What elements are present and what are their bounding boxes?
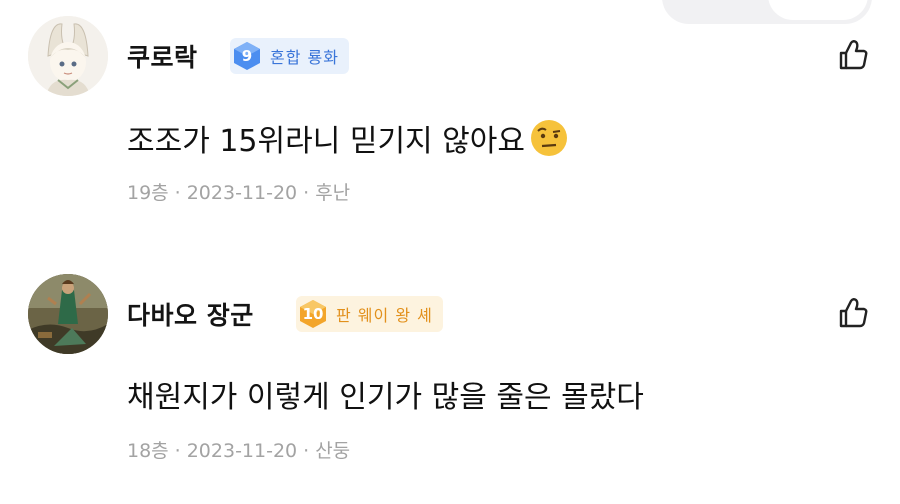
segment-selected[interactable] [768,0,868,20]
floor-number: 19층 [127,182,169,204]
raised-eyebrow-emoji [530,120,567,156]
comment-text: 채원지가 이렇게 인기가 많을 줄은 몰랐다 [127,372,644,416]
level-number: 10 [302,305,324,323]
comment-text-body: 채원지가 이렇게 인기가 많을 줄은 몰랐다 [127,380,644,415]
username[interactable]: 쿠로락 [127,38,198,74]
comment-text-body: 조조가 15위라니 믿기지 않아요 [127,124,525,159]
avatar[interactable] [28,274,108,354]
avatar-illustration [28,274,108,354]
avatar-illustration [28,16,108,96]
floor-number: 18층 [127,440,169,462]
thumbs-up-outline-icon[interactable] [836,296,870,330]
comment-date: 2023-11-20 [186,440,298,462]
comment-location: 산둥 [315,440,351,462]
level-title: 혼합 룡화 [270,48,339,67]
username[interactable]: 다바오 장군 [127,296,254,332]
comment-meta: 19층 · 2023-11-20 · 후난 [127,182,351,204]
top-segmented-control[interactable] [662,0,872,24]
comment-text: 조조가 15위라니 믿기지 않아요 [127,116,569,160]
level-badge: 9 혼합 룡화 [230,38,349,74]
level-number: 9 [241,47,253,65]
thumbs-up-outline-icon[interactable] [836,38,870,72]
avatar[interactable] [28,16,108,96]
level-badge: 10 판 웨이 왕 셰 [296,296,443,332]
comment-date: 2023-11-20 [186,182,298,204]
comment-location: 후난 [315,182,351,204]
level-title: 판 웨이 왕 셰 [336,306,433,325]
comment-meta: 18층 · 2023-11-20 · 산둥 [127,440,351,462]
